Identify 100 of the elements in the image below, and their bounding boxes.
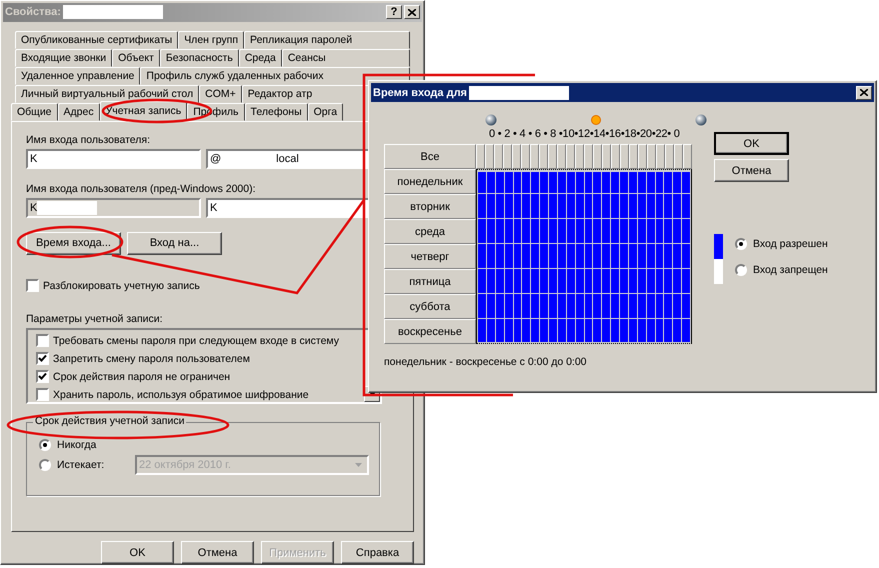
hour-cell[interactable] [540,172,548,193]
hour-cell[interactable] [549,244,557,268]
hour-cell[interactable] [638,194,646,218]
hour-cell[interactable] [611,294,619,318]
tab[interactable]: Объект [112,48,160,67]
hour-cell[interactable] [558,294,566,318]
hour-cell[interactable] [540,244,548,268]
hour-cell[interactable] [611,219,619,243]
hour-cell[interactable] [522,294,530,318]
tab[interactable]: Репликация паролей [244,30,410,49]
hour-cell[interactable] [584,269,592,293]
tab[interactable]: Член групп [178,30,244,49]
tab[interactable]: Удаленное управление [15,66,140,85]
checkbox[interactable] [26,279,39,292]
hour-cell[interactable] [620,319,628,342]
hour-cell[interactable] [664,244,672,268]
hour-cell[interactable] [664,194,672,218]
hour-column-button[interactable] [629,144,638,169]
hour-cell[interactable] [620,294,628,318]
hour-cell[interactable] [638,294,646,318]
hour-column-button[interactable] [530,144,539,169]
hour-cell[interactable] [540,269,548,293]
hour-cell[interactable] [478,194,486,218]
tab[interactable]: Среда [238,48,282,67]
hour-cell[interactable] [664,269,672,293]
checkbox[interactable] [36,370,49,384]
hour-cell[interactable] [486,244,495,268]
hour-cell[interactable] [514,194,522,218]
hour-column-button[interactable] [656,144,665,169]
day-button[interactable]: четверг [384,244,476,269]
hour-cell[interactable] [504,172,512,193]
radio-button[interactable] [39,458,51,471]
hour-cell[interactable] [566,294,575,318]
hour-cell[interactable] [664,172,672,193]
hour-cell[interactable] [522,194,530,218]
hour-cell[interactable] [602,219,610,243]
hour-cell[interactable] [486,172,495,193]
hour-cell[interactable] [656,294,664,318]
hour-cell[interactable] [620,244,628,268]
hour-cell[interactable] [478,219,486,243]
hour-cell[interactable] [522,219,530,243]
hour-cell[interactable] [602,269,610,293]
hour-column-button[interactable] [683,144,692,169]
hour-column-button[interactable] [485,144,494,169]
hour-cell[interactable] [593,294,602,318]
hour-cell[interactable] [514,269,522,293]
hour-cell[interactable] [531,172,540,193]
hour-column-button[interactable] [566,144,575,169]
hour-cell[interactable] [566,244,575,268]
hour-cell[interactable] [593,172,602,193]
hour-cell[interactable] [628,319,637,342]
hour-cell[interactable] [620,219,628,243]
day-button[interactable]: суббота [384,294,476,319]
hour-cell[interactable] [682,219,690,243]
hour-cell[interactable] [646,294,654,318]
hour-cell[interactable] [682,194,690,218]
hour-cell[interactable] [656,269,664,293]
hour-cell[interactable] [504,269,512,293]
hour-cell[interactable] [646,269,654,293]
hour-cell[interactable] [682,244,690,268]
hour-cell[interactable] [549,219,557,243]
hour-column-button[interactable] [620,144,629,169]
hour-cell[interactable] [646,219,654,243]
hour-cell[interactable] [620,269,628,293]
hour-cell[interactable] [478,244,486,268]
day-button[interactable]: пятница [384,269,476,294]
hour-cell[interactable] [504,219,512,243]
hour-cell[interactable] [628,172,637,193]
hour-cell[interactable] [673,172,682,193]
hour-cell[interactable] [504,319,512,342]
hour-cell[interactable] [496,172,504,193]
hour-column-button[interactable] [575,144,584,169]
hour-cell[interactable] [486,319,495,342]
hour-column-button[interactable] [521,144,530,169]
hour-cell[interactable] [664,319,672,342]
day-button[interactable]: среда [384,219,476,244]
hour-column-button[interactable] [611,144,620,169]
hour-cell[interactable] [673,194,682,218]
hour-column-button[interactable] [476,144,485,169]
hour-cell[interactable] [628,244,637,268]
hour-cell[interactable] [566,269,575,293]
day-button[interactable]: воскресенье [384,319,476,344]
hour-cell[interactable] [522,244,530,268]
hour-cell[interactable] [593,219,602,243]
hour-cell[interactable] [602,172,610,193]
hour-cell[interactable] [514,294,522,318]
hour-cell[interactable] [531,244,540,268]
hour-cell[interactable] [478,269,486,293]
select-all-button[interactable]: Все [384,144,476,169]
tab[interactable]: Входящие звонки [15,48,112,67]
hour-column-button[interactable] [647,144,656,169]
hour-cell[interactable] [486,194,495,218]
hour-cell[interactable] [504,294,512,318]
hour-cell[interactable] [576,244,584,268]
hour-cell[interactable] [656,194,664,218]
hour-cell[interactable] [682,172,690,193]
hour-cell[interactable] [656,219,664,243]
hour-cell[interactable] [478,172,486,193]
hour-cell[interactable] [638,172,646,193]
hour-cell[interactable] [628,219,637,243]
